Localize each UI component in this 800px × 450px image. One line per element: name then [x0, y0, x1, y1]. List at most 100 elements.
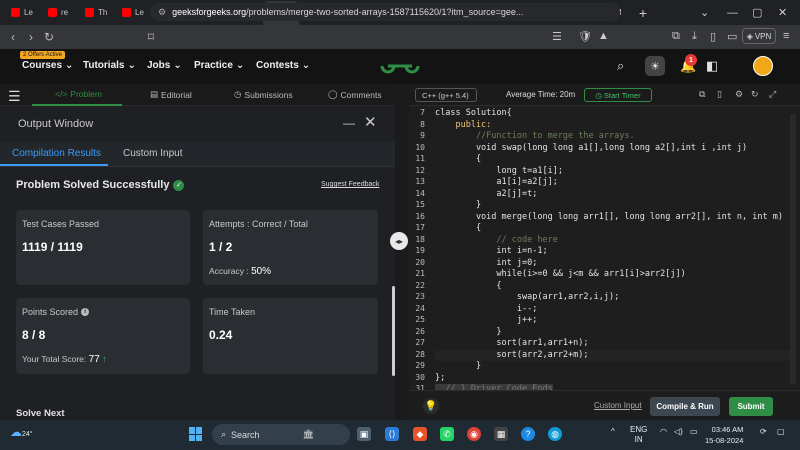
- task-view-icon[interactable]: ▣: [357, 427, 371, 441]
- notifications-icon[interactable]: ▢: [777, 427, 785, 436]
- rewards-icon[interactable]: ▲: [598, 30, 609, 42]
- code-line[interactable]: };: [435, 373, 795, 385]
- edge-icon[interactable]: ◍: [548, 427, 562, 441]
- tab-submissions[interactable]: ◷ Submissions: [234, 89, 293, 100]
- nav-practice[interactable]: Practice ⌄: [194, 60, 244, 71]
- code-line[interactable]: {: [435, 223, 795, 235]
- code-line[interactable]: {: [435, 154, 795, 166]
- whatsapp-icon[interactable]: ✆: [440, 427, 454, 441]
- code-line[interactable]: public:: [435, 120, 795, 132]
- store-icon[interactable]: ▦: [494, 427, 508, 441]
- brave-icon[interactable]: ◆: [413, 427, 427, 441]
- wallet-icon[interactable]: ▭: [727, 30, 737, 43]
- tab-editorial[interactable]: ▤ Editorial: [150, 89, 192, 100]
- chat-icon[interactable]: ⟳: [760, 427, 767, 436]
- fullscreen-icon[interactable]: ⤢: [769, 89, 776, 100]
- code-line[interactable]: void merge(long long arr1[], long long a…: [435, 212, 795, 224]
- code-line[interactable]: {: [435, 281, 795, 293]
- copy-icon[interactable]: ⧉: [699, 89, 705, 100]
- wifi-icon[interactable]: ◠: [660, 427, 667, 436]
- maximize-icon[interactable]: ▢: [752, 0, 762, 25]
- vpn-button[interactable]: ◈ VPN: [742, 28, 776, 44]
- menu-icon[interactable]: ≡: [783, 30, 789, 42]
- settings-icon[interactable]: ⚙: [735, 89, 743, 100]
- brave-shield-icon[interactable]: 🛡: [578, 30, 592, 43]
- browser-tab[interactable]: Le: [4, 2, 41, 24]
- tab-problem[interactable]: </> Problem: [55, 89, 102, 99]
- suggest-feedback-link[interactable]: Suggest Feedback: [321, 181, 379, 188]
- submit-button[interactable]: Submit: [729, 397, 773, 416]
- compile-run-button[interactable]: Compile & Run: [650, 397, 720, 416]
- code-line[interactable]: //Function to merge the arrays.: [435, 131, 795, 143]
- browser-tab[interactable]: re: [41, 2, 78, 24]
- sidebar-icon[interactable]: ▯: [710, 30, 716, 43]
- help-icon[interactable]: ?: [521, 427, 535, 441]
- lightbulb-icon[interactable]: 💡: [423, 398, 439, 414]
- tab-search-icon[interactable]: ⌄: [700, 0, 709, 25]
- bookmark-icon[interactable]: ⌑: [142, 30, 160, 44]
- extensions-icon[interactable]: ⧉: [672, 30, 680, 43]
- reader-icon[interactable]: ☰: [552, 30, 562, 43]
- tray-chevron-icon[interactable]: ^: [611, 427, 615, 436]
- url-field[interactable]: ⚙ geeksforgeeks.org /problems/merge-two-…: [150, 3, 620, 21]
- nav-tutorials[interactable]: Tutorials ⌄: [83, 60, 136, 71]
- windows-start-icon[interactable]: [189, 427, 203, 441]
- code-line[interactable]: void swap(long long a1[],long long a2[],…: [435, 143, 795, 155]
- reload-icon[interactable]: ↻: [40, 30, 58, 44]
- translate-icon[interactable]: ◧: [706, 58, 718, 74]
- language-select[interactable]: C++ (g++ 5.4): [415, 88, 477, 102]
- code-line[interactable]: int j=0;: [435, 258, 795, 270]
- code-line[interactable]: i--;: [435, 304, 795, 316]
- theme-toggle-icon[interactable]: ☀: [645, 56, 665, 76]
- file-icon[interactable]: ▯: [717, 89, 722, 100]
- taskbar-search[interactable]: ⌕ Search 🏛: [212, 424, 350, 445]
- forward-icon[interactable]: ›: [22, 30, 40, 44]
- code-line[interactable]: while(i>=0 && j<m && arr1[i]>arr2[j]): [435, 269, 795, 281]
- nav-jobs[interactable]: Jobs ⌄: [147, 60, 182, 71]
- code-line[interactable]: long t=a1[i];: [435, 166, 795, 178]
- tab-custom-input[interactable]: Custom Input: [123, 148, 182, 159]
- code-line[interactable]: j++;: [435, 315, 795, 327]
- gfg-logo[interactable]: [380, 57, 420, 75]
- custom-input-link[interactable]: Custom Input: [594, 401, 642, 410]
- new-tab-icon[interactable]: +: [632, 5, 654, 21]
- minimize-panel-icon[interactable]: —: [343, 116, 355, 130]
- hamburger-icon[interactable]: ☰: [8, 88, 21, 105]
- code-area[interactable]: class Solution{ public: //Function to me…: [435, 108, 795, 396]
- code-line[interactable]: // code here: [435, 235, 795, 247]
- browser-tab[interactable]: Th: [78, 2, 115, 24]
- back-icon[interactable]: ‹: [4, 30, 22, 44]
- tab-comments[interactable]: ◯ Comments: [328, 89, 382, 100]
- language-indicator[interactable]: ENG IN: [630, 425, 647, 445]
- code-line[interactable]: swap(arr1,arr2,i,j);: [435, 292, 795, 304]
- nav-contests[interactable]: Contests ⌄: [256, 60, 310, 71]
- code-line[interactable]: }: [435, 200, 795, 212]
- weather-widget[interactable]: ☁24°: [10, 425, 33, 439]
- code-line[interactable]: class Solution{: [435, 108, 795, 120]
- panel-resize-handle[interactable]: ◂▸: [390, 232, 408, 250]
- code-line[interactable]: a2[j]=t;: [435, 189, 795, 201]
- system-clock[interactable]: 03:46 AM 15-08-2024: [705, 424, 743, 446]
- minimize-icon[interactable]: —: [727, 0, 738, 25]
- tab-compilation-results[interactable]: Compilation Results: [12, 148, 101, 159]
- code-line[interactable]: sort(arr1,arr1+n);: [435, 338, 795, 350]
- close-window-icon[interactable]: ✕: [778, 0, 787, 25]
- close-icon[interactable]: ✕: [364, 113, 377, 131]
- editor-scrollbar[interactable]: [790, 114, 796, 384]
- info-icon[interactable]: i: [81, 308, 90, 316]
- code-line[interactable]: }: [435, 327, 795, 339]
- nav-courses[interactable]: Courses ⌄: [22, 60, 73, 71]
- start-timer-button[interactable]: ◷ Start Timer: [584, 88, 652, 102]
- code-line[interactable]: a1[i]=a2[j];: [435, 177, 795, 189]
- avatar[interactable]: [753, 56, 773, 76]
- output-scrollbar[interactable]: [392, 286, 395, 376]
- reset-icon[interactable]: ↻: [751, 89, 759, 100]
- code-line[interactable]: }: [435, 361, 795, 373]
- offers-badge[interactable]: 2 Offers Active: [20, 51, 65, 59]
- download-icon[interactable]: ⤓: [692, 30, 697, 43]
- search-icon[interactable]: ⌕: [617, 58, 624, 74]
- volume-icon[interactable]: ◁): [674, 427, 683, 436]
- browser-tab[interactable]: Le: [115, 2, 152, 24]
- code-line[interactable]: int i=n-1;: [435, 246, 795, 258]
- chrome-icon[interactable]: ◉: [467, 427, 481, 441]
